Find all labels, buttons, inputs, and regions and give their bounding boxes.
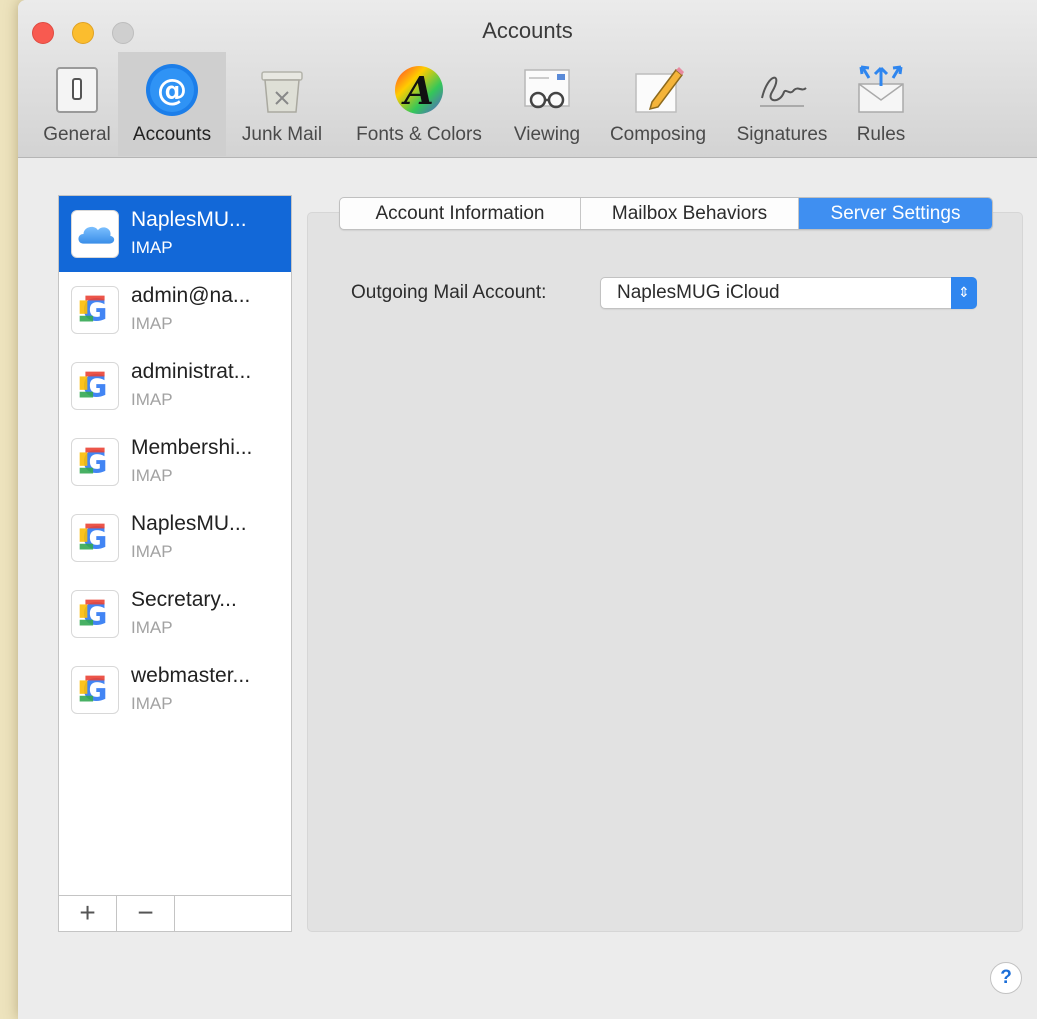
svg-text:@: @	[157, 73, 187, 108]
updown-chevron-icon: ⇕	[951, 277, 977, 309]
settings-panel	[307, 212, 1023, 932]
account-type: IMAP	[131, 238, 173, 257]
account-name: NaplesMU...	[131, 208, 247, 231]
account-item[interactable]: G administrat... IMAP	[59, 348, 291, 424]
account-name: administrat...	[131, 360, 252, 383]
toolbar-composing[interactable]: Composing	[598, 52, 718, 156]
account-type: IMAP	[131, 618, 173, 637]
account-name: Membershi...	[131, 436, 253, 459]
account-type: IMAP	[131, 694, 173, 713]
toolbar-label: Fonts & Colors	[356, 124, 482, 145]
toolbar-viewing[interactable]: Viewing	[502, 52, 592, 156]
tab-server-settings[interactable]: Server Settings	[799, 198, 992, 229]
toolbar-label: Viewing	[513, 124, 581, 145]
toolbar-label: General	[43, 124, 111, 145]
account-item[interactable]: NaplesMU... IMAP	[59, 196, 291, 272]
trash-bin-icon	[261, 71, 303, 113]
font-colors-icon: A	[395, 66, 443, 114]
general-switch-icon	[56, 67, 98, 113]
icloud-icon	[71, 210, 119, 258]
pencil-paper-icon	[635, 67, 684, 113]
toolbar-general[interactable]: General	[28, 52, 126, 156]
google-icon: G	[71, 438, 119, 486]
account-type: IMAP	[131, 314, 173, 333]
toolbar-signatures[interactable]: Signatures	[724, 52, 840, 156]
google-icon: G	[71, 514, 119, 562]
account-item[interactable]: G webmaster... IMAP	[59, 652, 291, 728]
account-name: Secretary...	[131, 588, 237, 611]
signature-icon	[760, 76, 807, 107]
toolbar-label: Rules	[856, 124, 906, 145]
google-icon: G	[71, 286, 119, 334]
at-sign-icon: @	[146, 64, 198, 116]
account-type: IMAP	[131, 390, 173, 409]
account-item[interactable]: G Secretary... IMAP	[59, 576, 291, 652]
envelope-arrows-icon	[858, 65, 904, 113]
help-button[interactable]: ?	[990, 962, 1022, 994]
tab-account-information[interactable]: Account Information	[340, 198, 581, 229]
settings-tabs: Account Information Mailbox Behaviors Se…	[339, 197, 993, 230]
outgoing-mail-account-value: NaplesMUG iCloud	[617, 282, 780, 303]
account-type: IMAP	[131, 542, 173, 561]
google-icon: G	[71, 666, 119, 714]
account-item[interactable]: G NaplesMU... IMAP	[59, 500, 291, 576]
toolbar-label: Signatures	[736, 124, 828, 145]
toolbar-label: Composing	[609, 124, 707, 145]
toolbar-junk-mail[interactable]: Junk Mail	[230, 52, 334, 156]
toolbar-label: Accounts	[132, 124, 212, 145]
account-type: IMAP	[131, 466, 173, 485]
toolbar-accounts[interactable]: @ Accounts	[118, 52, 226, 156]
google-icon: G	[71, 590, 119, 638]
account-name: webmaster...	[131, 664, 251, 687]
window-title: Accounts	[482, 18, 573, 43]
accounts-list[interactable]: NaplesMU... IMAP G admin@na... IMAP G ad…	[58, 195, 292, 932]
accounts-list-footer: + −	[59, 895, 291, 931]
outgoing-mail-account-label: Outgoing Mail Account:	[351, 282, 547, 303]
glasses-icon	[524, 69, 570, 109]
account-name: NaplesMU...	[131, 512, 247, 535]
outgoing-mail-account-select[interactable]: NaplesMUG iCloud ⇕	[600, 277, 977, 309]
toolbar-label: Junk Mail	[241, 124, 323, 145]
account-item[interactable]: G admin@na... IMAP	[59, 272, 291, 348]
preferences-window: Accounts General @ Accounts Junk Mail A …	[18, 0, 1037, 1019]
add-account-button[interactable]: +	[59, 896, 117, 931]
svg-text:A: A	[401, 68, 433, 113]
account-item[interactable]: G Membershi... IMAP	[59, 424, 291, 500]
title-bar: Accounts General @ Accounts Junk Mail A …	[18, 0, 1037, 158]
toolbar-fonts-colors[interactable]: A Fonts & Colors	[340, 52, 498, 156]
tab-mailbox-behaviors[interactable]: Mailbox Behaviors	[581, 198, 799, 229]
google-icon: G	[71, 362, 119, 410]
account-name: admin@na...	[131, 284, 251, 307]
toolbar-rules[interactable]: Rules	[846, 52, 916, 156]
remove-account-button[interactable]: −	[117, 896, 175, 931]
